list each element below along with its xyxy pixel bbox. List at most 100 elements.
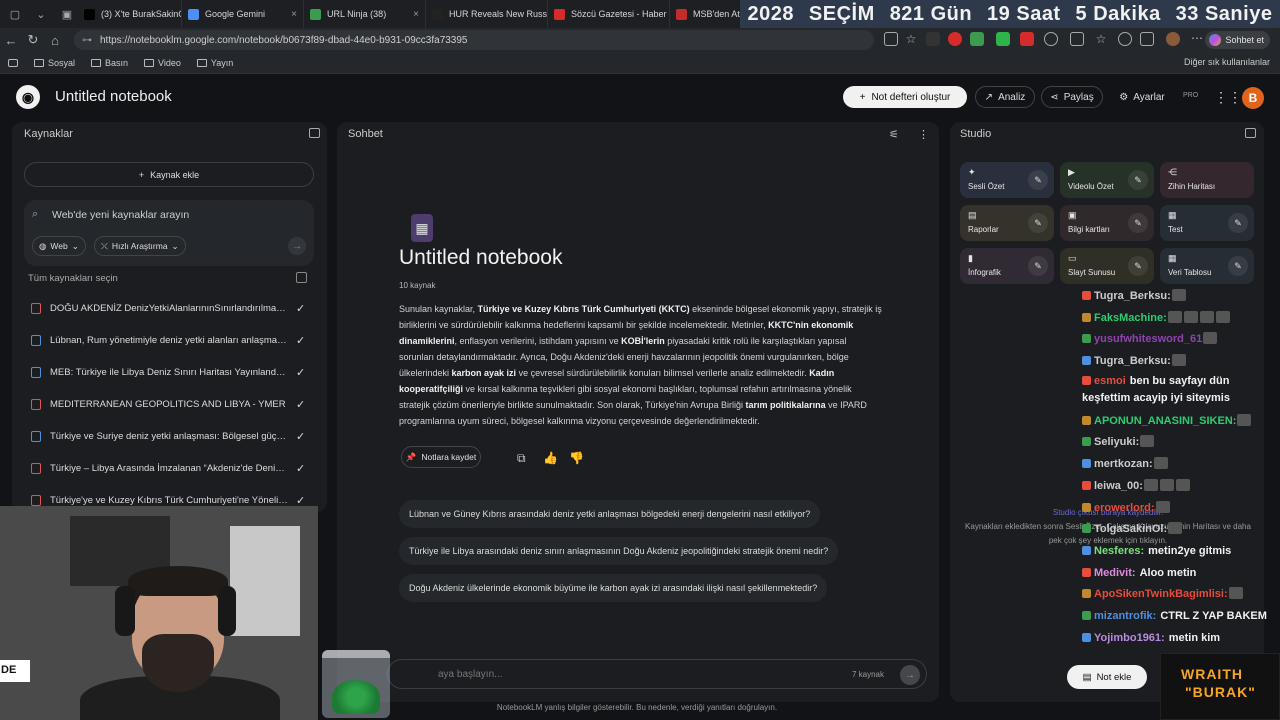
extension-5-icon[interactable] xyxy=(1020,32,1034,46)
profile-avatar[interactable] xyxy=(1166,32,1180,46)
source-item[interactable]: Türkiye – Libya Arasında İmzalanan “Akde… xyxy=(12,452,325,484)
tab-actions-icon[interactable]: ▣ xyxy=(56,3,78,25)
summary-highlight: tarım politikalarına xyxy=(745,400,826,410)
edit-icon[interactable]: ✎ xyxy=(1228,256,1248,276)
account-avatar[interactable]: B xyxy=(1242,87,1264,109)
tab-search-icon[interactable]: ⌄ xyxy=(30,3,52,25)
source-checkbox[interactable]: ✓ xyxy=(296,430,305,443)
source-checkbox[interactable]: ✓ xyxy=(296,462,305,475)
install-app-icon[interactable] xyxy=(884,32,898,46)
studio-tile[interactable]: ▮ İnfografik ✎ xyxy=(960,248,1054,284)
collapse-panel-icon[interactable] xyxy=(1245,128,1256,138)
logo-text-bottom: "BURAK" xyxy=(1185,684,1256,700)
source-checkbox[interactable]: ✓ xyxy=(296,366,305,379)
edit-icon[interactable]: ✎ xyxy=(1128,170,1148,190)
url-field[interactable]: ⊶ https://notebooklm.google.com/notebook… xyxy=(74,30,874,50)
studio-tile[interactable]: ⋲ Zihin Haritası xyxy=(1160,162,1254,198)
favorites-icon[interactable]: ☆ xyxy=(1094,32,1108,46)
notebooklm-logo[interactable]: ◉ xyxy=(16,85,40,109)
add-note-button[interactable]: ▤ Not ekle xyxy=(1067,665,1147,689)
close-tab-icon[interactable]: × xyxy=(285,9,297,20)
send-icon[interactable]: → xyxy=(900,665,920,685)
browser-tab[interactable]: URL Ninja (38) × xyxy=(304,0,426,28)
extension-1-icon[interactable] xyxy=(926,32,940,46)
source-checkbox[interactable]: ✓ xyxy=(296,334,305,347)
studio-tile[interactable]: ▶ Videolu Özet ✎ xyxy=(1060,162,1154,198)
studio-tile[interactable]: ✦ Sesli Özet ✎ xyxy=(960,162,1054,198)
bookmark-folder-video[interactable]: Video xyxy=(144,58,181,68)
headphone-left xyxy=(115,586,135,636)
bookmark-folder-sosyal[interactable]: Sosyal xyxy=(34,58,75,68)
edit-icon[interactable]: ✎ xyxy=(1028,256,1048,276)
emote-icon xyxy=(1168,522,1183,535)
browser-tab[interactable]: HUR Reveals New Russ× xyxy=(426,0,548,28)
edit-icon[interactable]: ✎ xyxy=(1228,213,1248,233)
source-item[interactable]: MEB: Türkiye ile Libya Deniz Sınırı Hari… xyxy=(12,356,325,388)
submit-arrow-icon[interactable]: → xyxy=(288,237,306,255)
collapse-panel-icon[interactable] xyxy=(309,128,320,138)
notebook-title[interactable]: Untitled notebook xyxy=(55,88,172,105)
extension-4-icon[interactable] xyxy=(996,32,1010,46)
site-info-icon[interactable]: ⊶ xyxy=(82,35,92,46)
source-checkbox[interactable]: ✓ xyxy=(296,494,305,507)
edit-icon[interactable]: ✎ xyxy=(1128,256,1148,276)
source-item[interactable]: DOĞU AKDENİZ DenizYetkiAlanlarınınSınırl… xyxy=(12,292,325,324)
thumbs-up-icon[interactable]: 👍 xyxy=(543,451,558,465)
browser-essentials-icon[interactable] xyxy=(1118,32,1132,46)
browser-tab[interactable]: Google Gemini × xyxy=(182,0,304,28)
bookmark-folder-basin[interactable]: Basın xyxy=(91,58,128,68)
more-menu-icon[interactable]: ⋯ xyxy=(1190,32,1204,46)
split-view-icon[interactable] xyxy=(1070,32,1084,46)
copy-icon[interactable]: ⧉ xyxy=(517,451,526,466)
source-checkbox[interactable]: ✓ xyxy=(296,302,305,315)
research-mode-chip[interactable]: ⤫ Hızlı Araştırma ⌄ xyxy=(94,236,186,256)
select-all-checkbox[interactable] xyxy=(296,272,307,283)
bookmark-manager-icon[interactable] xyxy=(8,58,18,67)
chat-settings-icon[interactable]: ⚟ xyxy=(889,128,899,141)
browser-tab[interactable]: Sözcü Gazetesi - Haber× xyxy=(548,0,670,28)
favicon-icon xyxy=(188,8,199,20)
reload-icon[interactable]: ↻ xyxy=(22,32,44,48)
edit-icon[interactable]: ✎ xyxy=(1028,170,1048,190)
studio-tile[interactable]: ▤ Raporlar ✎ xyxy=(960,205,1054,241)
chat-input[interactable]: aya başlayın... 7 kaynak → xyxy=(387,659,927,689)
chat-more-icon[interactable]: ⋮ xyxy=(918,128,929,141)
studio-tile[interactable]: ▦ Test ✎ xyxy=(1160,205,1254,241)
settings-button[interactable]: ⚙ Ayarlar xyxy=(1109,86,1175,108)
close-tab-icon[interactable]: × xyxy=(407,9,419,20)
thumbs-down-icon[interactable]: 👎 xyxy=(569,451,584,465)
suggested-question[interactable]: Doğu Akdeniz ülkelerinde ekonomik büyüme… xyxy=(399,574,828,602)
source-checkbox[interactable]: ✓ xyxy=(296,398,305,411)
profile-switch-icon[interactable]: ▢ xyxy=(4,3,26,25)
add-source-button[interactable]: + Kaynak ekle xyxy=(24,162,314,187)
back-icon[interactable]: ← xyxy=(0,33,22,48)
studio-tile[interactable]: ▦ Veri Tablosu ✎ xyxy=(1160,248,1254,284)
create-notebook-button[interactable]: + Not defteri oluştur xyxy=(843,86,967,108)
web-chip[interactable]: ◍ Web ⌄ xyxy=(32,236,86,256)
extension-3-icon[interactable] xyxy=(970,32,984,46)
bookmark-folder-yayin[interactable]: Yayın xyxy=(196,58,233,68)
analytics-button[interactable]: ↗ Analiz xyxy=(975,86,1035,108)
edit-icon[interactable]: ✎ xyxy=(1028,213,1048,233)
home-icon[interactable]: ⌂ xyxy=(44,33,66,48)
studio-tile[interactable]: ▣ Bilgi kartları ✎ xyxy=(1060,205,1154,241)
extensions-puzzle-icon[interactable] xyxy=(1044,32,1058,46)
other-bookmarks[interactable]: Diğer sık kullanılanlar xyxy=(1184,57,1270,67)
source-label: Türkiye – Libya Arasında İmzalanan “Akde… xyxy=(50,462,288,474)
browser-tab[interactable]: (3) X'te BurakSakinOl: × xyxy=(78,0,182,28)
source-item[interactable]: MEDITERRANEAN GEOPOLITICS AND LIBYA - YM… xyxy=(12,388,325,420)
save-to-notes-button[interactable]: 📌 Notlara kaydet xyxy=(401,446,481,468)
suggested-question[interactable]: Lübnan ve Güney Kıbrıs arasındaki deniz … xyxy=(399,500,821,528)
bookmark-star-icon[interactable]: ☆ xyxy=(904,32,918,46)
edit-icon[interactable]: ✎ xyxy=(1128,213,1148,233)
share-button[interactable]: ⋖ Paylaş xyxy=(1041,86,1103,108)
source-item[interactable]: Lübnan, Rum yönetimiyle deniz yetki alan… xyxy=(12,324,325,356)
studio-tile[interactable]: ▭ Slayt Sunusu ✎ xyxy=(1060,248,1154,284)
extension-2-icon[interactable] xyxy=(948,32,962,46)
search-input[interactable]: Web'de yeni kaynaklar arayın xyxy=(52,209,189,221)
suggested-question[interactable]: Türkiye ile Libya arasındaki deniz sınır… xyxy=(399,537,839,565)
source-item[interactable]: Türkiye ve Suriye deniz yetki anlaşması:… xyxy=(12,420,325,452)
copilot-chat-button[interactable]: Sohbet et xyxy=(1205,31,1270,49)
collections-icon[interactable] xyxy=(1140,32,1154,46)
browser-tab[interactable]: MSB'den Atina'ya xyxy=(670,0,748,28)
